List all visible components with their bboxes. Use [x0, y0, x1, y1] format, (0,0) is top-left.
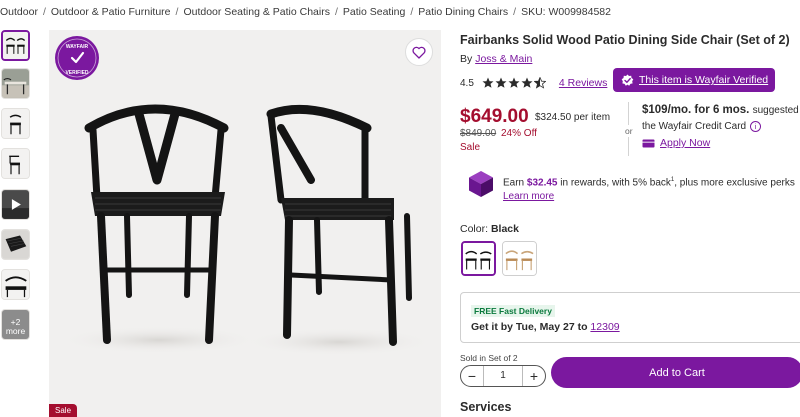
or-text: or: [625, 125, 633, 137]
star-rating: [482, 77, 547, 89]
financing-card-line: the Wayfair Credit Card i: [642, 121, 762, 132]
breadcrumb-separator: /: [42, 6, 46, 18]
add-to-cart-button[interactable]: Add to Cart: [551, 357, 800, 388]
rewards-banner: Earn $32.45 in rewards, with 5% back1, p…: [468, 170, 795, 204]
breadcrumb-item-outdoor-patio-furniture[interactable]: Outdoor & Patio Furniture: [51, 6, 171, 18]
natural-chairs-swatch: [503, 242, 536, 275]
reviews-link[interactable]: 4 Reviews: [559, 77, 607, 89]
favorite-button[interactable]: [405, 38, 433, 66]
sku-label: SKU: W009984582: [521, 6, 611, 18]
rating-row: 4.5 4 Reviews: [460, 75, 607, 91]
breadcrumb: Outdoor / Outdoor & Patio Furniture / Outdoo…: [0, 6, 800, 22]
quantity-input[interactable]: 1: [483, 366, 523, 386]
financing-suffix: suggested: [752, 105, 799, 116]
selected-color: Black: [490, 223, 519, 235]
thumbnail-1[interactable]: [1, 30, 30, 61]
breadcrumb-separator: /: [410, 6, 414, 18]
star-icon: [521, 77, 533, 88]
more-images-label: +2 more: [5, 317, 26, 336]
wayfair-verified-badge: WAYFAIR VERIFIED: [55, 36, 99, 80]
wayfair-verified-button[interactable]: This item is Wayfair Verified: [613, 68, 775, 92]
breadcrumb-item-outdoor-seating[interactable]: Outdoor Seating & Patio Chairs: [183, 6, 330, 18]
free-delivery-badge: FREE Fast Delivery: [471, 305, 555, 317]
thumbnail-7[interactable]: [1, 269, 30, 300]
price-per-item: $324.50 per item: [535, 112, 611, 123]
verified-check-icon: [621, 74, 634, 86]
main-product-image[interactable]: WAYFAIR VERIFIED Sale: [49, 30, 441, 417]
half-star-icon: [533, 77, 546, 89]
sale-price: $649.00: [460, 106, 529, 127]
quantity-stepper: − 1 +: [460, 365, 546, 387]
financing-offer: $109/mo. for 6 mos. suggested: [642, 104, 799, 116]
verified-seal-icon: WAYFAIR VERIFIED: [57, 38, 97, 78]
sale-label: Sale: [460, 142, 481, 153]
discount-percent: 24% Off: [501, 128, 537, 139]
seat-weave-thumbnail: [2, 230, 29, 259]
by-prefix: By: [460, 53, 473, 65]
more-images-button[interactable]: +2 more: [1, 309, 30, 340]
breadcrumb-separator: /: [334, 6, 338, 18]
brand-line: By Joss & Main: [460, 53, 532, 65]
delivery-estimate: Get it by Tue, May 27 to 12309: [471, 321, 620, 333]
color-swatch-natural[interactable]: [502, 241, 537, 276]
rewards-suffix: in rewards, with 5% back: [560, 177, 671, 189]
product-title: Fairbanks Solid Wood Patio Dining Side C…: [460, 33, 790, 47]
color-swatch-black[interactable]: [461, 241, 496, 276]
delivery-text: Get it by Tue, May 27 to: [471, 321, 588, 333]
badge-bottom-text: VERIFIED: [65, 70, 88, 76]
apply-now-link[interactable]: Apply Now: [642, 137, 710, 149]
color-label: Color: Black: [460, 223, 519, 235]
breadcrumb-separator: /: [175, 6, 179, 18]
increase-quantity-button[interactable]: +: [523, 366, 545, 386]
product-chairs-illustration: [59, 104, 434, 356]
rewards-text: Earn $32.45 in rewards, with 5% back1, p…: [503, 173, 795, 204]
rewards-prefix: Earn: [503, 177, 525, 189]
apply-now-label: Apply Now: [660, 137, 711, 149]
rating-value: 4.5: [460, 77, 474, 89]
rewards-amount: $32.45: [526, 177, 558, 189]
breadcrumb-item-patio-seating[interactable]: Patio Seating: [343, 6, 405, 18]
brand-link[interactable]: Joss & Main: [475, 53, 532, 65]
credit-card-icon: [642, 139, 655, 147]
badge-top-text: WAYFAIR: [66, 44, 89, 50]
verified-label: This item is Wayfair Verified: [639, 74, 769, 86]
decrease-quantity-button[interactable]: −: [461, 366, 483, 386]
zip-code-link[interactable]: 12309: [590, 321, 619, 333]
breadcrumb-separator: /: [513, 6, 517, 18]
financing-card-label: the Wayfair Credit Card: [642, 121, 747, 132]
dining-scene-thumbnail: [2, 69, 29, 98]
breadcrumb-item-outdoor[interactable]: Outdoor: [0, 6, 38, 18]
heart-icon: [412, 46, 426, 59]
financing-amount: $109/mo. for 6 mos.: [642, 104, 750, 116]
thumbnail-video[interactable]: [1, 189, 30, 220]
black-chairs-swatch: [463, 243, 494, 274]
original-price: $849.00: [460, 128, 497, 139]
rewards-suffix-2: , plus more exclusive perks: [674, 177, 795, 189]
star-icon: [482, 77, 494, 88]
color-label-prefix: Color:: [460, 223, 489, 235]
breadcrumb-item-patio-dining-chairs[interactable]: Patio Dining Chairs: [418, 6, 508, 18]
rewards-cube-icon: [469, 171, 493, 197]
chair-angle-thumbnail: [2, 109, 29, 138]
services-heading: Services: [460, 400, 512, 414]
thumbnail-6[interactable]: [1, 229, 30, 260]
info-icon[interactable]: i: [750, 121, 762, 132]
thumbnail-2[interactable]: [1, 68, 30, 99]
star-icon: [508, 77, 520, 88]
play-video-icon: [2, 190, 29, 219]
sold-in-label: Sold in Set of 2: [460, 353, 518, 363]
sale-tag: Sale: [49, 404, 78, 417]
chair-pair-thumbnail: [3, 32, 28, 59]
thumbnail-4[interactable]: [1, 148, 30, 179]
learn-more-link[interactable]: Learn more: [503, 191, 554, 202]
thumbnail-3[interactable]: [1, 108, 30, 139]
chair-side-thumbnail: [2, 149, 29, 178]
delivery-box: FREE Fast Delivery Get it by Tue, May 27…: [460, 292, 800, 343]
chair-detail-thumbnail: [2, 270, 29, 299]
star-icon: [495, 77, 507, 88]
